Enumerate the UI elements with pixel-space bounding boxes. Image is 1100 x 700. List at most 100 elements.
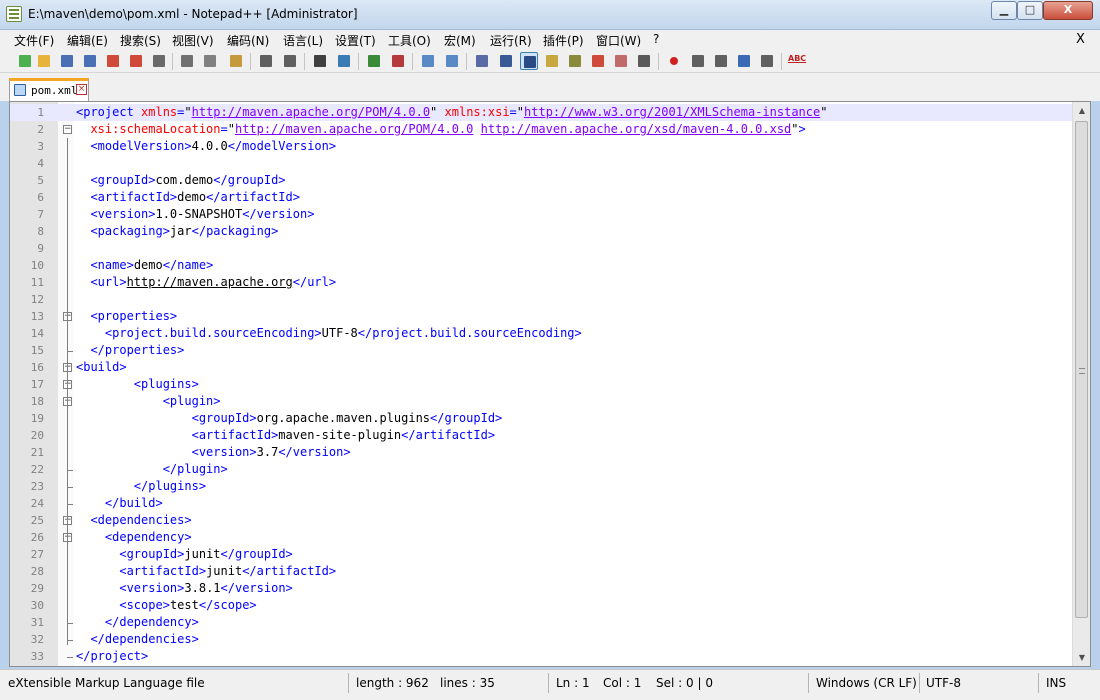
menu-item-5[interactable]: 语言(L) [283,32,323,49]
redo-icon[interactable] [281,52,299,70]
scroll-down-icon[interactable]: ▼ [1073,649,1090,666]
editor-pane[interactable]: 1 <project xmlns="http://maven.apache.org… [9,101,1091,667]
code-line[interactable]: 8 <packaging>jar</packaging> [10,223,1090,240]
menu-item-8[interactable]: 宏(M) [444,32,476,49]
code-line[interactable]: 24 </build> [10,495,1090,512]
replace-icon[interactable] [335,52,353,70]
save-macro-icon[interactable] [758,52,776,70]
menu-item-3[interactable]: 视图(V) [172,32,214,49]
code-line[interactable]: 20 <artifactId>maven-site-plugin</artifa… [10,427,1090,444]
code-line[interactable]: 15 </properties> [10,342,1090,359]
code-line[interactable]: 7 <version>1.0-SNAPSHOT</version> [10,206,1090,223]
indent-guide-icon[interactable] [520,52,538,70]
doc-map-icon[interactable] [543,52,561,70]
status-encoding[interactable]: UTF-8 [926,676,961,690]
code-line[interactable]: 17 <plugins> [10,376,1090,393]
code-line[interactable]: 14 <project.build.sourceEncoding>UTF-8</… [10,325,1090,342]
scroll-up-icon[interactable]: ▲ [1073,102,1090,119]
code-line[interactable]: 33 </project> [10,648,1090,665]
code-line[interactable]: 10 <name>demo</name> [10,257,1090,274]
code-line[interactable]: 29 <version>3.8.1</version> [10,580,1090,597]
close-window-button[interactable]: X [1043,1,1093,20]
maximize-button[interactable]: □ [1017,1,1043,20]
menu-item-1[interactable]: 编辑(E) [67,32,108,49]
run-macro-multiple-icon[interactable] [735,52,753,70]
undo-icon[interactable] [257,52,275,70]
code-line[interactable]: 22 </plugin> [10,461,1090,478]
new-file-icon[interactable] [16,52,34,70]
save-all-icon[interactable] [81,52,99,70]
find-icon[interactable] [311,52,329,70]
status-col: Col : 1 [603,676,642,690]
function-list-icon[interactable] [566,52,584,70]
status-insert-mode[interactable]: INS [1046,676,1066,690]
copy-icon[interactable] [201,52,219,70]
eye-icon[interactable] [635,52,653,70]
cut-icon[interactable] [178,52,196,70]
code-line[interactable]: 30 <scope>test</scope> [10,597,1090,614]
menu-item-12[interactable]: ? [653,32,659,46]
minimize-button[interactable]: ▁ [991,1,1017,20]
spell-check-icon[interactable]: ABC [788,52,806,70]
code-line[interactable]: 25 <dependencies> [10,512,1090,529]
zoom-in-icon[interactable] [365,52,383,70]
close-icon[interactable] [104,52,122,70]
code-line[interactable]: 11 <url>http://maven.apache.org</url> [10,274,1090,291]
tab-pom-xml[interactable]: pom.xml × [9,78,89,101]
menu-item-11[interactable]: 窗口(W) [596,32,641,49]
code-line[interactable]: 5 <groupId>com.demo</groupId> [10,172,1090,189]
menu-item-0[interactable]: 文件(F) [14,32,54,49]
tab-close-icon[interactable]: × [76,84,87,95]
open-file-icon[interactable] [35,52,53,70]
folder-workspace-icon[interactable] [589,52,607,70]
menu-item-10[interactable]: 插件(P) [543,32,584,49]
saved-file-icon [14,84,26,96]
menu-item-6[interactable]: 设置(T) [335,32,376,49]
sync-h-icon[interactable] [443,52,461,70]
code-line[interactable]: 16 <build> [10,359,1090,376]
menu-item-2[interactable]: 搜索(S) [120,32,161,49]
record-macro-icon[interactable] [665,52,683,70]
close-document-button[interactable]: X [1076,32,1085,47]
code-line[interactable]: 27 <groupId>junit</groupId> [10,546,1090,563]
code-line[interactable]: 18 <plugin> [10,393,1090,410]
stop-macro-icon[interactable] [689,52,707,70]
code-line[interactable]: 4 [10,155,1090,172]
code-line[interactable]: 2 xsi:schemaLocation="http://maven.apach… [10,121,1090,138]
vertical-scrollbar[interactable]: ▲ ▼ [1072,102,1090,666]
code-line[interactable]: 3 <modelVersion>4.0.0</modelVersion> [10,138,1090,155]
code-line[interactable]: 12 [10,291,1090,308]
paste-icon[interactable] [227,52,245,70]
menu-item-9[interactable]: 运行(R) [490,32,532,49]
code-line[interactable]: 32 </dependencies> [10,631,1090,648]
code-line[interactable]: 13 <properties> [10,308,1090,325]
monitor-icon[interactable] [612,52,630,70]
line-number: 26 [30,531,44,544]
line-number: 25 [30,514,44,527]
code-line[interactable]: 9 [10,240,1090,257]
sync-v-icon[interactable] [419,52,437,70]
code-line[interactable]: 1 <project xmlns="http://maven.apache.org… [10,104,1090,121]
code-text: </build> [104,496,163,510]
play-macro-icon[interactable] [712,52,730,70]
code-line[interactable]: 23 </plugins> [10,478,1090,495]
fold-toggle-icon[interactable]: − [63,125,72,134]
code-line[interactable]: 19 <groupId>org.apache.maven.plugins</gr… [10,410,1090,427]
menu-item-7[interactable]: 工具(O) [388,32,431,49]
code-line[interactable]: 26 <dependency> [10,529,1090,546]
code-line[interactable]: 31 </dependency> [10,614,1090,631]
print-icon[interactable] [150,52,168,70]
zoom-out-icon[interactable] [389,52,407,70]
close-all-icon[interactable] [127,52,145,70]
code-line[interactable]: 6 <artifactId>demo</artifactId> [10,189,1090,206]
menu-item-4[interactable]: 编码(N) [227,32,269,49]
show-all-chars-icon[interactable] [497,52,515,70]
status-eol[interactable]: Windows (CR LF) [816,676,917,690]
scrollbar-thumb[interactable] [1075,121,1088,618]
line-number: 31 [30,616,44,629]
code-line[interactable]: 28 <artifactId>junit</artifactId> [10,563,1090,580]
save-icon[interactable] [58,52,76,70]
tab-label: pom.xml [31,84,78,97]
word-wrap-icon[interactable] [473,52,491,70]
code-line[interactable]: 21 <version>3.7</version> [10,444,1090,461]
